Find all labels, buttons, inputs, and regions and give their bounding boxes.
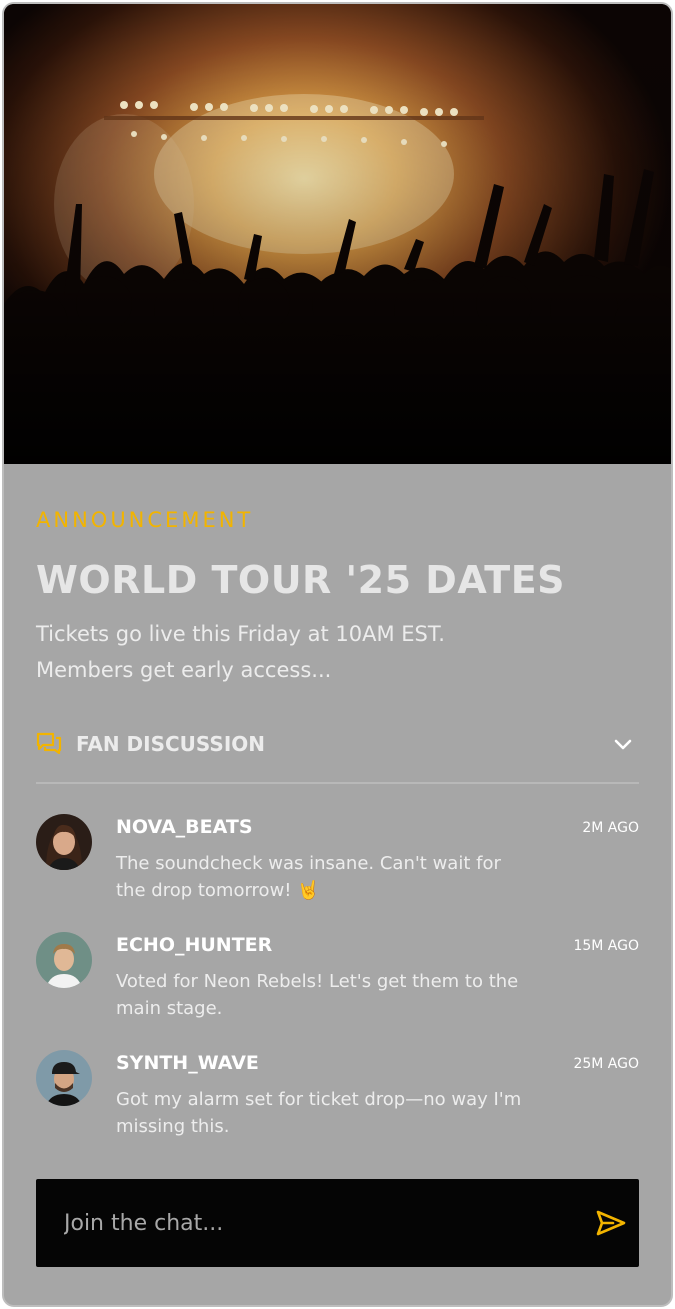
- avatar[interactable]: [36, 1050, 92, 1106]
- message-text: Got my alarm set for ticket drop—no way …: [116, 1089, 522, 1137]
- timestamp: 2M AGO: [582, 820, 639, 836]
- discussion-divider: [36, 782, 639, 784]
- chat-input-bar: [36, 1179, 639, 1267]
- chat-input[interactable]: [36, 1179, 576, 1267]
- fan-discussion-toggle[interactable]: FAN DISCUSSION: [36, 728, 639, 772]
- timestamp: 25M AGO: [573, 1056, 639, 1072]
- message-text: The soundcheck was insane. Can't wait fo…: [116, 850, 536, 904]
- chat-bubbles-icon: [36, 732, 62, 760]
- chat-message: SYNTH_WAVE 25M AGO Got my alarm set for …: [36, 1050, 639, 1160]
- concert-hero-image: [4, 4, 671, 464]
- avatar[interactable]: [36, 932, 92, 988]
- timestamp: 15M AGO: [573, 938, 639, 954]
- description-line-2: Members get early access...: [36, 658, 332, 682]
- message-text: Voted for Neon Rebels! Let's get them to…: [116, 971, 519, 1019]
- chevron-down-icon[interactable]: [611, 732, 635, 756]
- username[interactable]: NOVA_BEATS: [116, 816, 253, 838]
- chat-message: ECHO_HUNTER 15M AGO Voted for Neon Rebel…: [36, 932, 639, 1042]
- send-icon[interactable]: [595, 1209, 627, 1237]
- announcement-tag: ANNOUNCEMENT: [36, 508, 254, 532]
- announcement-description: Tickets go live this Friday at 10AM EST.…: [36, 616, 556, 688]
- rock-hand-emoji: 🤘: [297, 880, 320, 901]
- avatar[interactable]: [36, 814, 92, 870]
- announcement-card: ANNOUNCEMENT WORLD TOUR '25 DATES Ticket…: [2, 2, 673, 1307]
- announcement-content: ANNOUNCEMENT WORLD TOUR '25 DATES Ticket…: [4, 464, 671, 1305]
- fan-discussion-label: FAN DISCUSSION: [76, 732, 266, 756]
- announcement-title: WORLD TOUR '25 DATES: [36, 558, 566, 602]
- username[interactable]: ECHO_HUNTER: [116, 934, 272, 956]
- description-line-1: Tickets go live this Friday at 10AM EST.: [36, 622, 445, 646]
- username[interactable]: SYNTH_WAVE: [116, 1052, 259, 1074]
- chat-message: NOVA_BEATS 2M AGO The soundcheck was ins…: [36, 814, 639, 924]
